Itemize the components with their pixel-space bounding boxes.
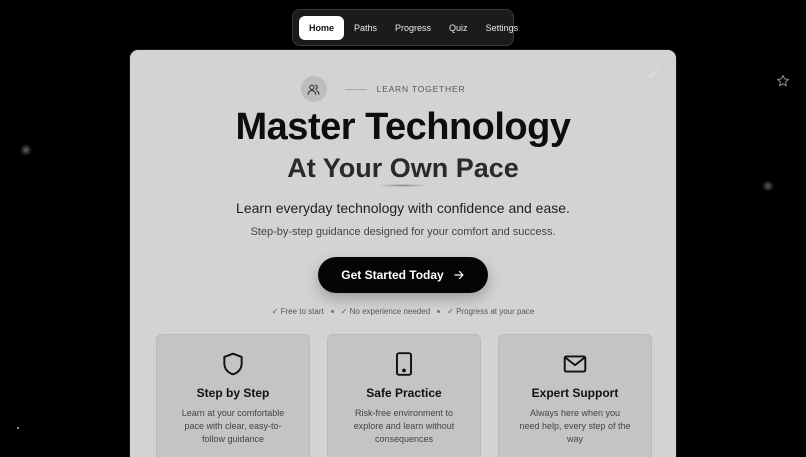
feature-title: Expert Support xyxy=(531,386,619,400)
perks-row: ✓ Free to start ✓ No experience needed ✓… xyxy=(130,307,676,316)
background-glow xyxy=(20,144,32,156)
nav-item-paths[interactable]: Paths xyxy=(346,17,385,39)
tablet-icon xyxy=(395,352,413,376)
feature-card-safe-practice: Safe Practice Risk-free environment to e… xyxy=(327,334,481,457)
feature-description: Learn at your comfortable pace with clea… xyxy=(181,408,285,444)
perk-separator xyxy=(437,310,441,313)
perk-item: ✓ Progress at your pace xyxy=(447,307,535,316)
subtitle-underline xyxy=(377,184,429,187)
feature-description: Always here when you need help, every st… xyxy=(519,408,631,444)
star-icon xyxy=(777,74,789,87)
get-started-label: Get Started Today xyxy=(341,268,444,282)
perk-separator xyxy=(330,310,334,313)
badge-divider xyxy=(344,88,367,90)
feature-cards: Step by Step Learn at your comfortable p… xyxy=(156,334,652,457)
arrow-right-icon xyxy=(454,270,464,280)
background-dot xyxy=(17,427,19,429)
mail-icon xyxy=(563,355,587,373)
nav-item-progress[interactable]: Progress xyxy=(387,17,439,39)
top-nav: Home Paths Progress Quiz Settings xyxy=(292,9,518,46)
get-started-button[interactable]: Get Started Today xyxy=(318,257,488,293)
badge-text: LEARN TOGETHER xyxy=(376,84,466,94)
hero-card: LEARN TOGETHER Master Technology At Your… xyxy=(130,50,676,457)
lead-text: Learn everyday technology with confidenc… xyxy=(236,200,570,216)
page-title: Master Technology xyxy=(235,106,571,148)
perk-item: ✓ Free to start xyxy=(271,307,324,316)
feature-description: Risk-free environment to explore and lea… xyxy=(353,408,455,444)
shield-icon xyxy=(223,352,243,376)
users-icon xyxy=(307,84,320,95)
nav-item-quiz[interactable]: Quiz xyxy=(441,17,476,39)
background-glow xyxy=(762,180,774,192)
badge-row: LEARN TOGETHER xyxy=(130,76,676,102)
nav-item-home[interactable]: Home xyxy=(299,15,345,40)
badge-circle xyxy=(300,76,327,102)
nav-item-settings[interactable]: Settings xyxy=(478,17,527,39)
page-subtitle: At Your Own Pace xyxy=(287,153,519,183)
sub-lead-text: Step-by-step guidance designed for your … xyxy=(250,226,556,238)
feature-card-step-by-step: Step by Step Learn at your comfortable p… xyxy=(156,334,310,457)
perk-item: ✓ No experience needed xyxy=(340,307,431,316)
feature-title: Step by Step xyxy=(196,386,270,400)
feature-title: Safe Practice xyxy=(366,386,442,400)
feature-card-expert-support: Expert Support Always here when you need… xyxy=(498,334,652,457)
